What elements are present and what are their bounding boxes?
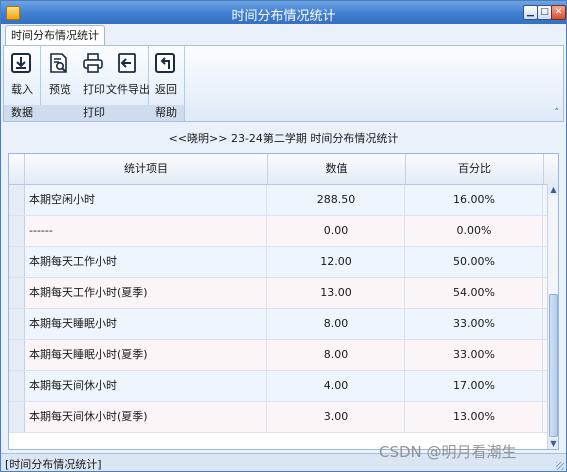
cell-item[interactable]: 本期每天间休小时(夏季): [25, 402, 267, 432]
cell-value[interactable]: 8.00: [268, 309, 405, 339]
ribbon-tab-stats[interactable]: 时间分布情况统计: [5, 25, 105, 46]
data-grid: 统计项目 数值 百分比 本期空闲小时 288.50 16.00% ------ 0.00…: [8, 153, 559, 450]
close-button[interactable]: ✕: [551, 5, 566, 20]
return-label: 返回: [155, 83, 177, 96]
title-bar[interactable]: 时间分布情况统计 ▁ □ ✕: [1, 1, 566, 24]
row-indicator[interactable]: [9, 309, 25, 339]
cell-item[interactable]: 本期空闲小时: [25, 185, 267, 215]
row-indicator[interactable]: [9, 216, 25, 246]
table-row[interactable]: 本期每天间休小时 4.00 17.00%: [9, 371, 547, 402]
vertical-scrollbar[interactable]: ▲ ▼: [547, 184, 558, 449]
cell-percent[interactable]: 0.00%: [406, 216, 543, 246]
cell-value[interactable]: 3.00: [268, 402, 405, 432]
maximize-button[interactable]: □: [537, 5, 552, 20]
table-row[interactable]: 本期每天工作小时 12.00 50.00%: [9, 247, 547, 278]
cell-item[interactable]: 本期每天间休小时: [25, 371, 267, 401]
export-icon: [118, 53, 136, 73]
import-icon: [11, 53, 31, 73]
cell-percent[interactable]: 33.00%: [406, 340, 543, 370]
ribbon: 载入 数据 预览 打印 文件导出 打印 返回 帮助 ˄: [3, 45, 564, 122]
cell-item[interactable]: 本期每天工作小时: [25, 247, 267, 277]
cell-percent[interactable]: 17.00%: [406, 371, 543, 401]
scroll-up-icon[interactable]: ▲: [548, 184, 558, 195]
table-row[interactable]: 本期每天睡眠小时 8.00 33.00%: [9, 309, 547, 340]
group-label-help: 帮助: [148, 105, 184, 121]
watermark: CSDN @明月看潮生: [379, 443, 517, 461]
preview-icon: [50, 53, 67, 73]
column-header-item[interactable]: 统计项目: [25, 154, 268, 184]
cell-value[interactable]: 0.00: [268, 216, 405, 246]
table-row[interactable]: 本期空闲小时 288.50 16.00%: [9, 185, 547, 216]
cell-percent[interactable]: 50.00%: [406, 247, 543, 277]
status-text: [时间分布情况统计]: [5, 458, 102, 471]
row-indicator[interactable]: [9, 371, 25, 401]
ribbon-group-print: 预览 打印 文件导出 打印: [40, 46, 150, 121]
table-row[interactable]: 本期每天睡眠小时(夏季) 8.00 33.00%: [9, 340, 547, 371]
row-indicator[interactable]: [9, 402, 25, 432]
scroll-down-icon[interactable]: ▼: [548, 438, 558, 449]
table-row[interactable]: 本期每天工作小时(夏季) 13.00 54.00%: [9, 278, 547, 309]
cell-value[interactable]: 4.00: [268, 371, 405, 401]
row-indicator[interactable]: [9, 340, 25, 370]
column-header-value[interactable]: 数值: [268, 154, 406, 184]
app-window: 时间分布情况统计 ▁ □ ✕ 时间分布情况统计 载入 数据 预览 打印 文件导出…: [0, 0, 567, 472]
cell-percent[interactable]: 16.00%: [406, 185, 543, 215]
grid-header: 统计项目 数值 百分比: [9, 154, 558, 185]
report-heading: <<晓明>> 23-24第二学期 时间分布情况统计: [168, 132, 399, 145]
cell-percent[interactable]: 54.00%: [406, 278, 543, 308]
row-indicator[interactable]: [9, 185, 25, 215]
group-label-data: 数据: [4, 105, 40, 121]
cell-value[interactable]: 8.00: [268, 340, 405, 370]
cell-percent[interactable]: 33.00%: [406, 309, 543, 339]
return-button[interactable]: 返回: [146, 50, 186, 96]
row-indicator[interactable]: [9, 278, 25, 308]
table-row[interactable]: ------ 0.00 0.00%: [9, 216, 547, 247]
cell-item[interactable]: 本期每天工作小时(夏季): [25, 278, 267, 308]
printer-icon: [83, 53, 103, 73]
row-indicator[interactable]: [9, 247, 25, 277]
table-row[interactable]: 本期每天间休小时(夏季) 3.00 13.00%: [9, 402, 547, 433]
cell-value[interactable]: 12.00: [268, 247, 405, 277]
cell-item[interactable]: ------: [25, 216, 267, 246]
header-indicator: [9, 154, 25, 184]
scroll-thumb[interactable]: [549, 294, 558, 437]
cell-value[interactable]: 288.50: [268, 185, 405, 215]
window-title: 时间分布情况统计: [231, 9, 336, 24]
minimize-button[interactable]: ▁: [523, 5, 538, 20]
ribbon-group-help: 返回 帮助: [148, 46, 185, 121]
resize-grip-icon[interactable]: [556, 462, 564, 470]
column-header-percent[interactable]: 百分比: [406, 154, 544, 184]
cell-percent[interactable]: 13.00%: [406, 402, 543, 432]
ribbon-collapse-icon[interactable]: ˄: [555, 108, 560, 118]
cell-item[interactable]: 本期每天睡眠小时(夏季): [25, 340, 267, 370]
group-label-print: 打印: [40, 105, 148, 121]
cell-item[interactable]: 本期每天睡眠小时: [25, 309, 267, 339]
return-icon: [155, 53, 175, 73]
cell-value[interactable]: 13.00: [268, 278, 405, 308]
